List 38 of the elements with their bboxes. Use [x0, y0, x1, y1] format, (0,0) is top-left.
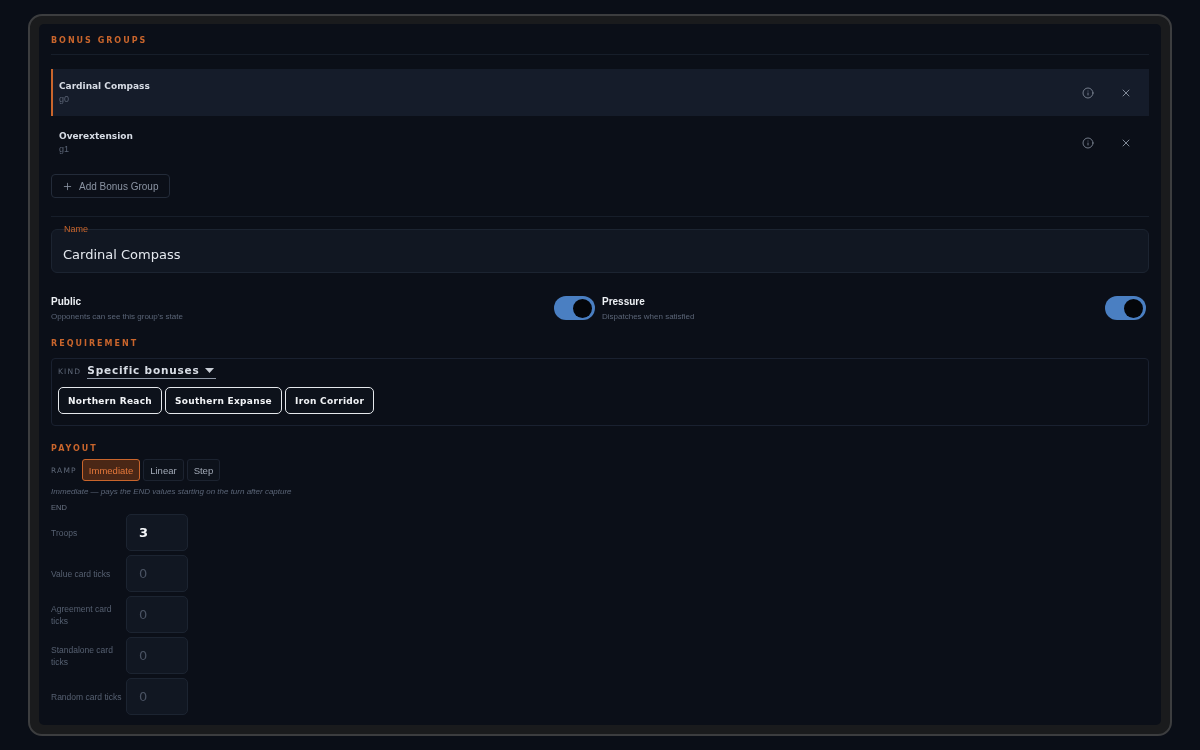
ramp-hint: Immediate — pays the END values starting on the turn after capture	[51, 487, 292, 496]
field-label: Agreement card ticks	[51, 602, 113, 627]
number-input[interactable]: 3	[126, 514, 188, 551]
number-input[interactable]: 0	[126, 678, 188, 715]
bonus-group-row[interactable]: Cardinal Compass g0	[51, 69, 1149, 116]
add-bonus-group-button[interactable]: Add Bonus Group	[51, 174, 170, 198]
toggle-description: Dispatches when satisfied	[602, 312, 695, 321]
bonus-group-row[interactable]: Overextension g1	[51, 119, 1149, 166]
bonus-chip[interactable]: Northern Reach	[58, 387, 162, 414]
ramp-option[interactable]: Step	[186, 459, 221, 481]
group-name: Cardinal Compass	[59, 81, 150, 91]
section-heading: BONUS GROUPS	[51, 36, 148, 46]
field-label: Value card ticks	[51, 567, 112, 580]
ramp-option[interactable]: Immediate	[81, 459, 141, 481]
toggle-label: Pressure	[602, 296, 645, 307]
toggle-switch[interactable]	[554, 296, 595, 320]
ramp-option[interactable]: Linear	[143, 459, 184, 481]
group-id: g1	[59, 144, 69, 154]
info-icon[interactable]	[1082, 86, 1094, 99]
section-heading: PAYOUT	[51, 444, 98, 454]
section-heading: REQUIREMENT	[51, 339, 139, 349]
number-input[interactable]: 0	[126, 596, 188, 633]
bonus-chip[interactable]: Iron Corridor	[285, 387, 375, 414]
caret-icon	[204, 367, 214, 373]
field-label: Random card ticks	[51, 690, 123, 703]
group-id: g0	[59, 94, 69, 104]
group-name: Overextension	[59, 131, 133, 141]
toggle-description: Opponents can see this group's state	[51, 312, 183, 321]
number-input[interactable]: 0	[126, 637, 188, 674]
number-input[interactable]: 0	[126, 555, 188, 592]
toggle-switch[interactable]	[1105, 296, 1146, 320]
bonus-chip[interactable]: Southern Expanse	[165, 387, 282, 414]
field-label: Standalone card ticks	[51, 643, 114, 668]
kind-dropdown[interactable]: Specific bonuses	[87, 364, 216, 379]
toggle-label: Public	[51, 296, 81, 307]
info-icon[interactable]	[1082, 136, 1094, 149]
plus-icon	[62, 180, 73, 192]
field-label: Troops	[51, 526, 79, 539]
